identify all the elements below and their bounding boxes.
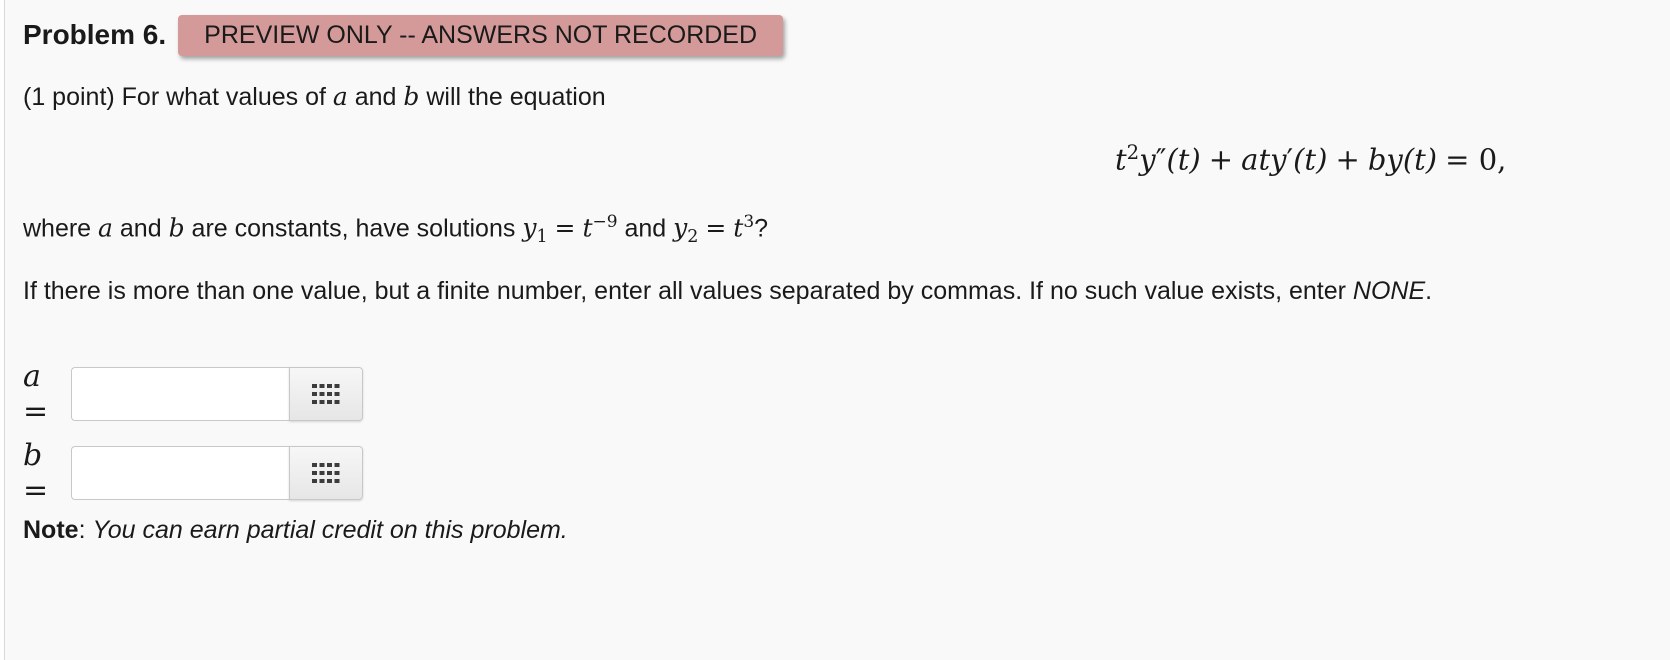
answer-label-a: a = xyxy=(23,359,49,429)
differential-equation: t2y″(t) + aty′(t) + by(t) = 0, xyxy=(1115,141,1507,177)
problem-panel: Problem 6. PREVIEW ONLY -- ANSWERS NOT R… xyxy=(4,0,1670,660)
answer-input-a[interactable] xyxy=(71,367,289,421)
partial-credit-note: Note: You can earn partial credit on thi… xyxy=(23,516,568,544)
equation-editor-button-b[interactable] xyxy=(289,446,363,500)
problem-header: Problem 6. PREVIEW ONLY -- ANSWERS NOT R… xyxy=(23,14,784,56)
answer-label-b: b = xyxy=(23,438,49,508)
answer-input-b[interactable] xyxy=(71,446,289,500)
problem-title: Problem 6. xyxy=(23,19,167,50)
none-keyword: NONE xyxy=(1352,277,1426,305)
equation-editor-button-a[interactable] xyxy=(289,367,363,421)
note-text: You can earn partial credit on this prob… xyxy=(92,516,568,544)
solution-y1: y1 xyxy=(522,213,548,248)
keypad-grid-icon xyxy=(312,463,340,483)
note-label: Note xyxy=(23,516,79,544)
question-intro: (1 point) For what values of a and b wil… xyxy=(23,82,606,111)
question-solutions: where a and b are constants, have soluti… xyxy=(23,212,769,248)
answer-row-a: a = xyxy=(23,359,363,429)
var-a: a xyxy=(332,82,348,111)
keypad-grid-icon xyxy=(312,384,340,404)
var-b: b xyxy=(403,82,420,111)
solution-y2: y2 xyxy=(673,213,699,248)
preview-badge: PREVIEW ONLY -- ANSWERS NOT RECORDED xyxy=(178,14,784,56)
answer-row-b: b = xyxy=(23,438,363,508)
instructions: If there is more than one value, but a f… xyxy=(23,277,1433,305)
